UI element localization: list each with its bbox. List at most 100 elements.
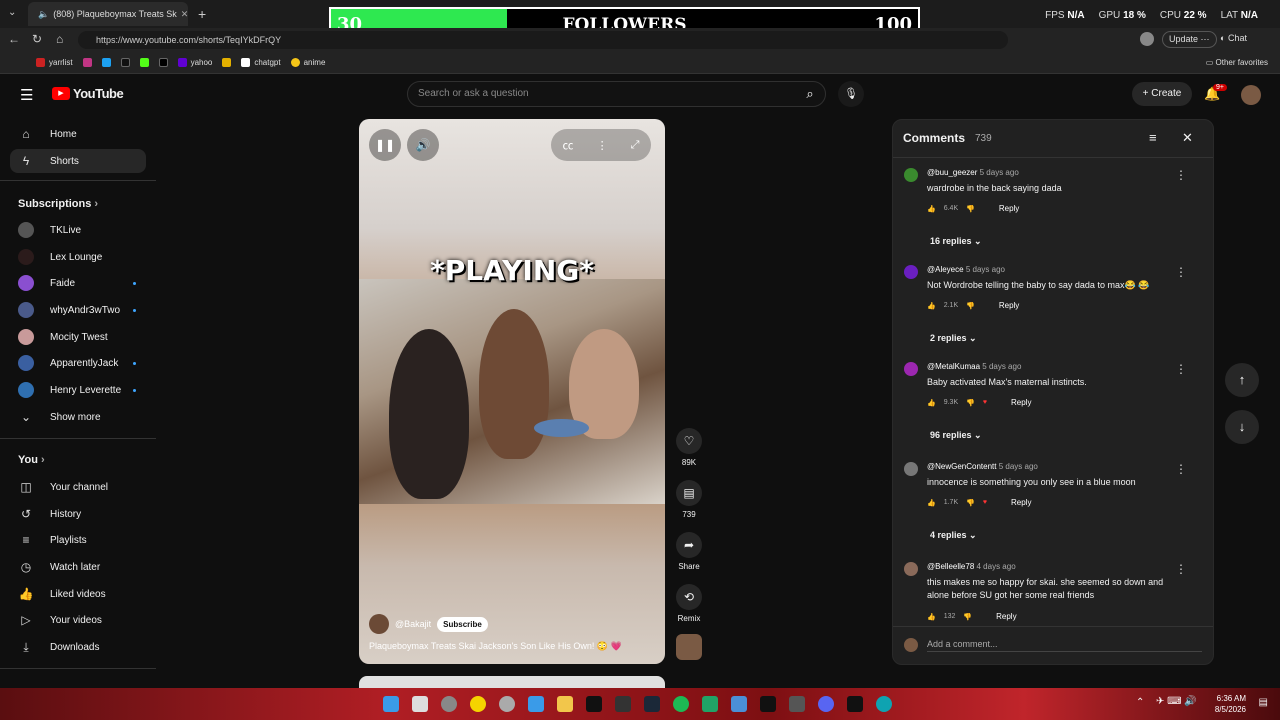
show-more-button[interactable]: ⌄ Show more [10,405,146,429]
app-icon[interactable] [528,696,544,712]
sidebar-item-history[interactable]: ↺ History [10,502,146,526]
comment-menu-icon[interactable]: ⋮ [1175,362,1187,376]
commenter-avatar[interactable] [904,562,918,576]
copilot-chat-button[interactable]: ◐ Chat [1220,33,1247,43]
video-title[interactable]: Plaqueboymax Treats Skai Jackson's Son L… [369,641,622,652]
sidebar-item-shorts[interactable]: ϟ Shorts [10,149,146,173]
channel-avatar[interactable] [369,614,389,634]
comment-author[interactable]: @buu_geezer 5 days ago [927,168,1019,177]
bookmark-icon[interactable] [101,58,111,67]
replies-toggle[interactable]: 4 replies ⌄ [930,530,977,541]
next-video-preview[interactable] [359,676,665,688]
sound-avatar[interactable] [676,634,702,664]
you-heading[interactable]: You › [18,454,45,466]
snapchat-icon[interactable] [470,696,486,712]
kick-icon[interactable] [139,58,149,67]
thumbs-down-icon[interactable]: 👎 [966,205,975,213]
thumbs-down-icon[interactable]: 👎 [966,302,975,310]
sort-icon[interactable]: ≡ [1149,130,1157,145]
voice-search-icon[interactable]: 🎙 [838,81,864,107]
like-button[interactable]: ♡ 89K [676,428,702,467]
sidebar-sub-item[interactable]: whyAndr3wTwo [10,298,146,322]
bookmark-anime[interactable]: anime [290,58,325,67]
commenter-avatar[interactable] [904,265,918,279]
commenter-avatar[interactable] [904,462,918,476]
comment-menu-icon[interactable]: ⋮ [1175,462,1187,476]
reply-button[interactable]: Reply [996,612,1016,621]
excel-icon[interactable] [702,696,718,712]
remix-button[interactable]: ⟲ Remix [676,584,702,623]
x-icon[interactable] [158,58,168,67]
app-icon[interactable] [615,696,631,712]
thumbs-down-icon[interactable]: 👎 [966,399,975,407]
home-icon[interactable]: ⌂ [56,32,63,46]
sidebar-sub-item[interactable]: ApparentlyJack [10,351,146,375]
shorts-video-player[interactable]: *PLAYING* ❚❚ 🔊 ㏄ ⋮ ⤢ @Bakajit Subscribe … [359,119,665,664]
thumbs-down-icon[interactable]: 👎 [963,613,972,621]
comment-author[interactable]: @Aleyece 5 days ago [927,265,1005,274]
thumbs-up-icon[interactable]: 👍 [927,399,936,407]
create-button[interactable]: + Create [1132,82,1192,106]
mute-icon[interactable]: 🔈 [38,9,49,20]
close-tab-icon[interactable]: ✕ [181,9,188,20]
edge-icon[interactable] [876,696,892,712]
profile-avatar[interactable] [1140,32,1154,46]
comment-menu-icon[interactable]: ⋮ [1175,168,1187,182]
sidebar-sub-item[interactable]: TKLive [10,218,146,242]
commenter-avatar[interactable] [904,362,918,376]
comments-button[interactable]: ▤ 739 [676,480,702,519]
sidebar-sub-item[interactable]: Lex Lounge [10,245,146,269]
update-button[interactable]: Update ⋯ [1162,31,1217,48]
notification-center-icon[interactable]: ▤ [1259,697,1268,708]
instagram-icon[interactable] [82,58,92,67]
epic-games-icon[interactable] [847,696,863,712]
discord-icon[interactable] [818,696,834,712]
sidebar-item-watch-later[interactable]: ◷ Watch later [10,555,146,579]
thumbs-down-icon[interactable]: 👎 [966,499,975,507]
sidebar-sub-item[interactable]: Mocity Twest [10,325,146,349]
app-icon[interactable] [499,696,515,712]
account-avatar[interactable] [1241,85,1261,105]
volume-button[interactable]: 🔊 [407,129,439,161]
replies-toggle[interactable]: 2 replies ⌄ [930,333,977,344]
bookmark-yarrlist[interactable]: yarrlist [36,58,73,67]
taskview-icon[interactable] [412,696,428,712]
more-vert-icon[interactable]: ⋮ [597,139,608,152]
camera-icon[interactable] [789,696,805,712]
new-tab-icon[interactable]: + [198,6,206,22]
taskbar-clock[interactable]: 6:36 AM 8/5/2026 [1215,693,1246,715]
search-input[interactable]: Search or ask a question [407,81,826,107]
sidebar-item-liked-videos[interactable]: 👍 Liked videos [10,582,146,606]
url-input[interactable]: https://www.youtube.com/shorts/TeqIYkDFr… [78,31,1008,49]
back-icon[interactable]: ← [8,32,20,46]
thumbs-up-icon[interactable]: 👍 [927,499,936,507]
settings-icon[interactable] [441,696,457,712]
tiktok-icon[interactable] [120,58,130,67]
reply-button[interactable]: Reply [1011,498,1031,507]
previous-short-button[interactable]: ↑ [1225,363,1259,397]
comment-menu-icon[interactable]: ⋮ [1175,265,1187,279]
app-icon[interactable] [731,696,747,712]
sidebar-item-home[interactable]: ⌂ Home [10,122,146,146]
sidebar-sub-item[interactable]: Henry Leverette [10,378,146,402]
sidebar-item-playlists[interactable]: ≡ Playlists [10,528,146,552]
close-icon[interactable]: ✕ [1182,130,1193,146]
commenter-avatar[interactable] [904,168,918,182]
captions-icon[interactable]: ㏄ [563,137,574,153]
sidebar-item-your-videos[interactable]: ▷ Your videos [10,608,146,632]
share-button[interactable]: ➦ Share [676,532,702,571]
sidebar-item-downloads[interactable]: ⤓ Downloads [10,635,146,659]
comment-author[interactable]: @NewGenContentt 5 days ago [927,462,1038,471]
browser-tab[interactable]: 🔈 (808) Plaqueboymax Treats Sk ✕ [28,2,188,26]
add-comment-input[interactable]: Add a comment... [927,639,1202,652]
refresh-icon[interactable]: ↻ [32,32,42,46]
thumbs-up-icon[interactable]: 👍 [927,205,936,213]
replies-toggle[interactable]: 16 replies ⌄ [930,236,982,247]
reply-button[interactable]: Reply [1011,398,1031,407]
tray-chevron-icon[interactable]: ⌃ [1136,697,1144,708]
subscriptions-heading[interactable]: Subscriptions › [18,198,98,210]
reply-button[interactable]: Reply [999,301,1019,310]
pause-button[interactable]: ❚❚ [369,129,401,161]
channel-name[interactable]: @Bakajit [395,619,431,629]
bookmark-icon[interactable] [222,58,232,67]
